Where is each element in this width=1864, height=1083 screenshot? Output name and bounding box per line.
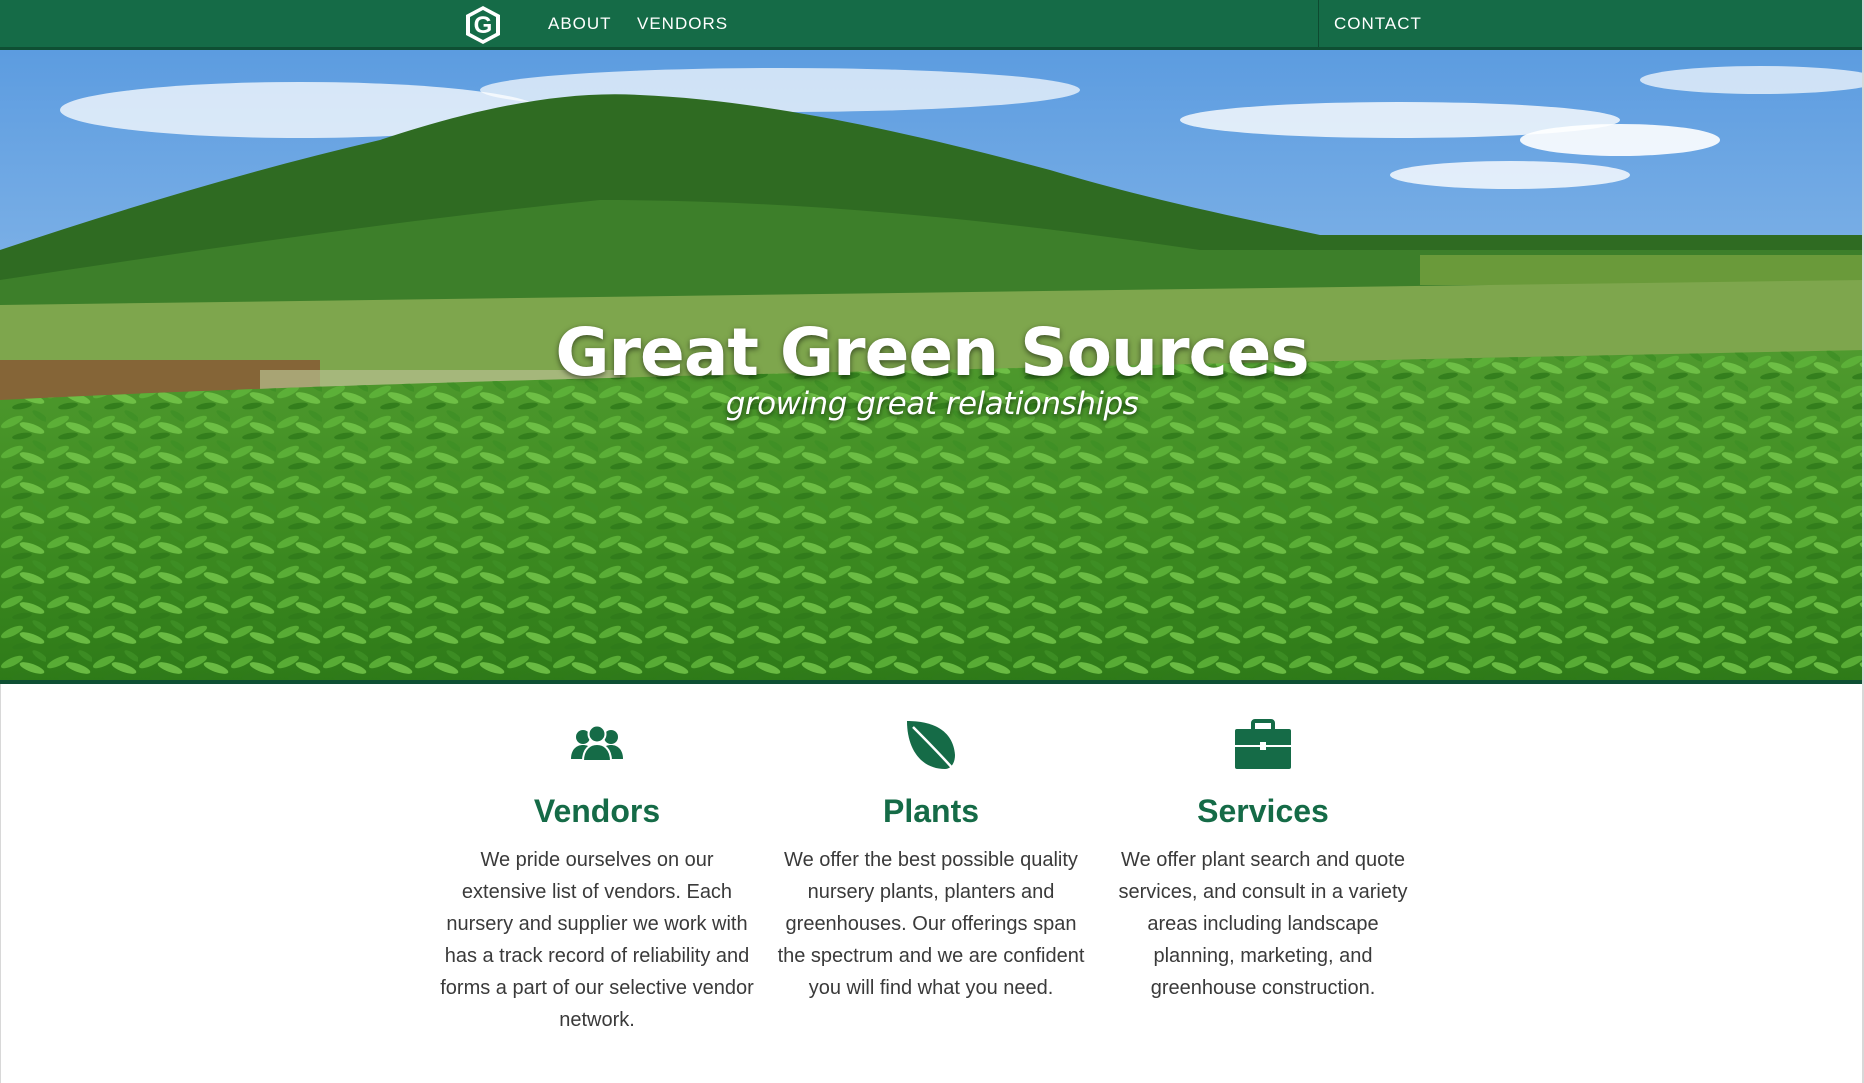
people-icon [571,724,623,762]
feature-title-services: Services [1197,793,1329,829]
nav-vendors-link[interactable]: VENDORS [637,14,728,34]
nav-about-link[interactable]: ABOUT [548,14,612,34]
feature-services: Services We offer plant search and quote… [1098,715,1428,1004]
feature-vendors: Vendors We pride ourselves on our extens… [432,715,762,1036]
hero-subtitle: growing great relationships [725,386,1139,422]
hero-banner: Great Green Sources growing great relati… [0,50,1864,684]
logo-letter: G [474,12,493,39]
feature-title-plants: Plants [882,793,980,829]
feature-text-vendors: We pride ourselves on our extensive list… [440,849,754,1031]
feature-title-vendors: Vendors [533,793,661,829]
logo-icon[interactable]: G [462,4,504,46]
nav-contact-link[interactable]: CONTACT [1334,14,1422,34]
feature-text-plants: We offer the best possible quality nurse… [777,849,1085,999]
top-navbar: G ABOUT VENDORS CONTACT [0,0,1864,50]
briefcase-icon [1235,719,1291,769]
feature-text-services: We offer plant search and quote services… [1118,849,1408,999]
feature-plants: Plants We offer the best possible qualit… [766,715,1096,1004]
leaf-icon [907,721,956,772]
page-frame-edge-left [0,684,1,1083]
nav-divider [1318,0,1319,47]
hero-title: Great Green Sources [555,314,1309,391]
